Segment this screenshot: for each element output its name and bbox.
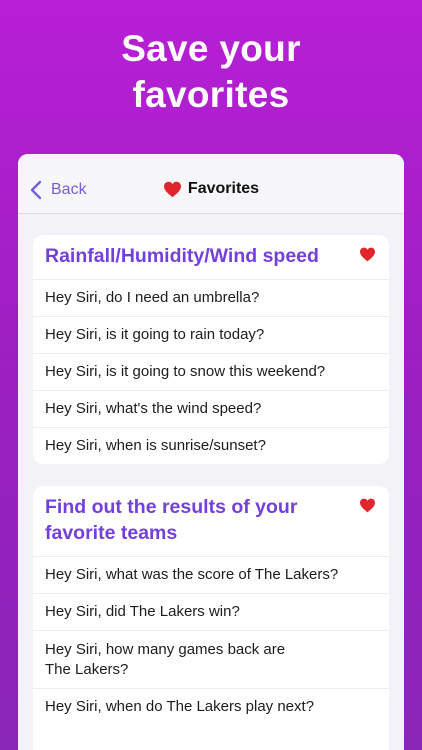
- section-title: Find out the results of your favorite te…: [45, 494, 349, 546]
- list-item[interactable]: Hey Siri, do I need an umbrella?: [33, 279, 389, 316]
- phone-screen: Back Favorites Rainfall/Humidity/Wind sp…: [18, 154, 404, 750]
- list-item[interactable]: Hey Siri, is it going to snow this weeke…: [33, 353, 389, 390]
- headline: Save your favorites: [0, 26, 422, 118]
- page-title-text: Favorites: [187, 180, 260, 197]
- section-title: Rainfall/Humidity/Wind speed: [45, 245, 319, 267]
- status-bar: [18, 154, 404, 166]
- heart-icon[interactable]: [359, 247, 376, 262]
- section-title-line-2: favorite teams: [45, 522, 178, 544]
- section-title-line-1: Find out the results of your: [45, 496, 298, 518]
- list-item[interactable]: Hey Siri, did The Lakers win?: [33, 593, 389, 630]
- list-item[interactable]: Hey Siri, when is sunrise/sunset?: [33, 427, 389, 464]
- headline-line-1: Save your: [121, 28, 301, 69]
- list-item[interactable]: Hey Siri, what's the wind speed?: [33, 390, 389, 427]
- headline-line-2: favorites: [132, 74, 290, 115]
- section-header: Rainfall/Humidity/Wind speed: [33, 235, 389, 279]
- red-heart-icon: [163, 181, 181, 197]
- list-item[interactable]: Hey Siri, when do The Lakers play next?: [33, 688, 389, 725]
- section-header: Find out the results of your favorite te…: [33, 486, 389, 556]
- heart-icon[interactable]: [359, 498, 376, 513]
- list-item-line-1: Hey Siri, how many games back are: [45, 640, 286, 658]
- list-item[interactable]: Hey Siri, how many games back are The La…: [33, 630, 389, 688]
- navigation-bar: Back Favorites: [18, 166, 404, 214]
- list-item-line-2: The Lakers?: [45, 660, 129, 678]
- list-item[interactable]: Hey Siri, is it going to rain today?: [33, 316, 389, 353]
- favorite-section-partial: [33, 746, 389, 750]
- favorite-section-weather: Rainfall/Humidity/Wind speed Hey Siri, d…: [33, 235, 389, 464]
- page-title: Favorites: [18, 180, 404, 198]
- favorite-section-sports: Find out the results of your favorite te…: [33, 486, 389, 750]
- list-item[interactable]: Hey Siri, what was the score of The Lake…: [33, 556, 389, 593]
